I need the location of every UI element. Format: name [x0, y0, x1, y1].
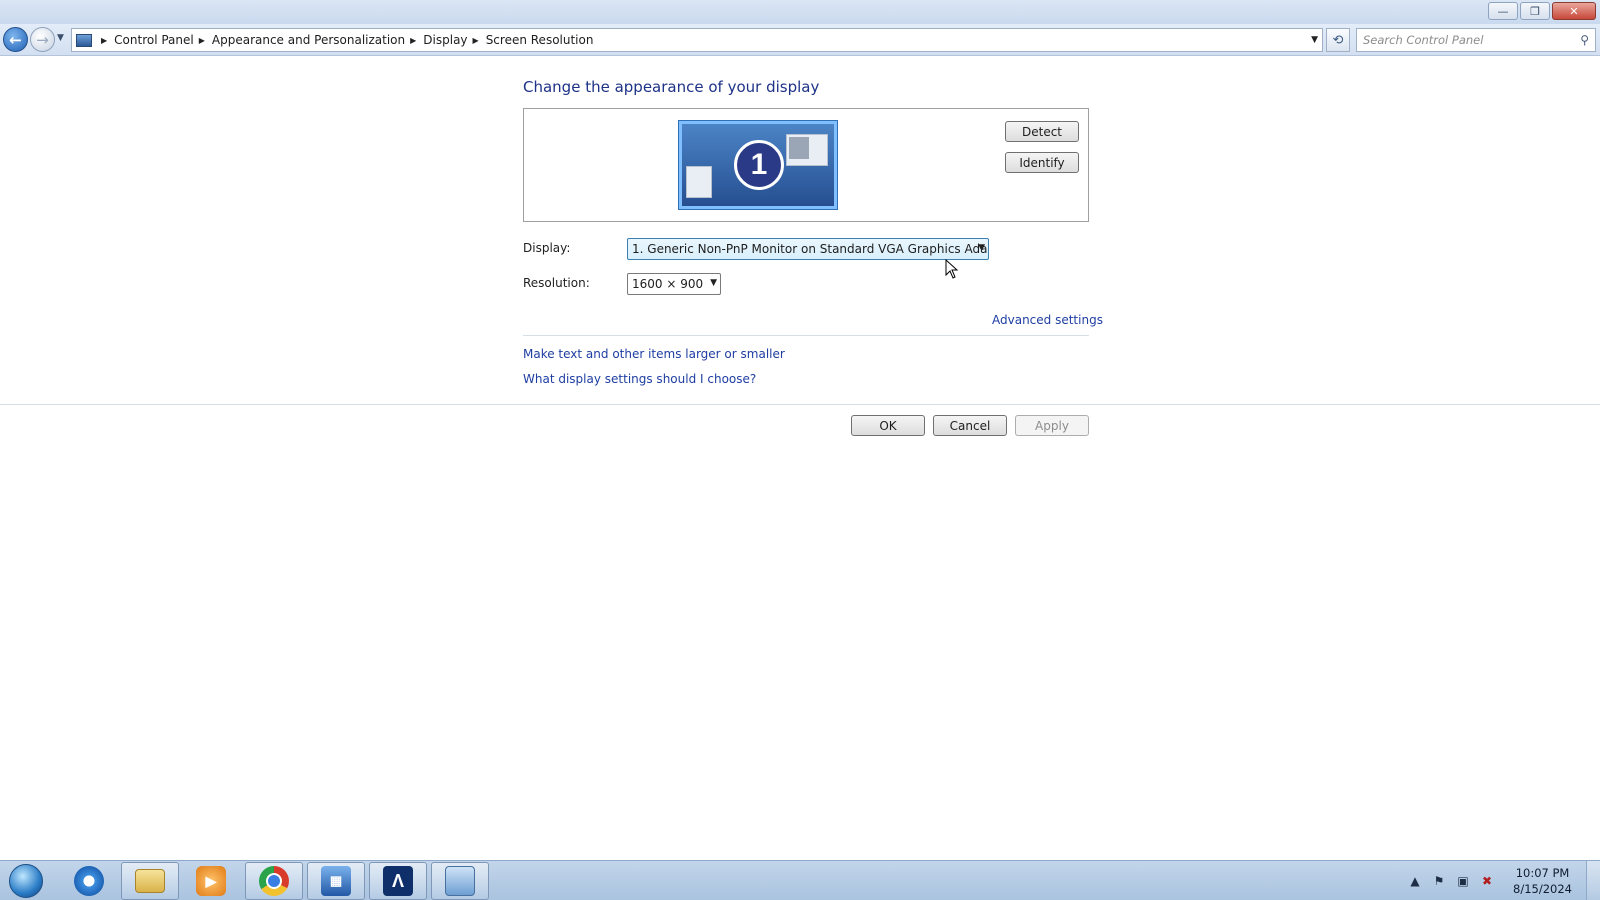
- divider: [523, 335, 1089, 336]
- calculator-icon: ▦: [321, 866, 351, 896]
- start-button[interactable]: [4, 863, 48, 899]
- page-title: Change the appearance of your display: [523, 78, 820, 96]
- address-bar[interactable]: ▶ Control Panel ▶ Appearance and Persona…: [71, 28, 1323, 52]
- back-button[interactable]: ←: [3, 27, 28, 52]
- breadcrumb-arrow-icon[interactable]: ▶: [101, 36, 107, 45]
- window-thumbnail-icon: [786, 134, 828, 166]
- breadcrumb-arrow-icon[interactable]: ▶: [473, 36, 479, 45]
- breadcrumb-appearance[interactable]: Appearance and Personalization: [212, 33, 405, 47]
- search-input[interactable]: [1363, 33, 1573, 47]
- restore-button[interactable]: ❐: [1520, 2, 1550, 20]
- clock[interactable]: 10:07 PM 8/15/2024: [1513, 865, 1572, 897]
- breadcrumb-display[interactable]: Display: [423, 33, 467, 47]
- refresh-icon: ⟲: [1332, 32, 1344, 48]
- display-label: Display:: [523, 241, 571, 255]
- recent-pages-dropdown[interactable]: ▼: [57, 33, 67, 45]
- cancel-button[interactable]: Cancel: [933, 415, 1007, 436]
- resolution-label: Resolution:: [523, 276, 590, 290]
- text-size-link[interactable]: Make text and other items larger or smal…: [523, 347, 785, 361]
- minimize-button[interactable]: —: [1488, 2, 1518, 20]
- search-box[interactable]: ⚲: [1356, 28, 1596, 52]
- media-player-icon: ▶: [196, 866, 226, 896]
- refresh-button[interactable]: ⟲: [1326, 28, 1350, 52]
- volume-muted-icon[interactable]: ✖: [1479, 873, 1495, 889]
- monitor-1-preview[interactable]: 1: [679, 121, 837, 209]
- breadcrumb-arrow-icon[interactable]: ▶: [199, 36, 205, 45]
- show-desktop-button[interactable]: [1586, 861, 1600, 900]
- caption-buttons: — ❐ ✕: [1488, 2, 1596, 20]
- taskbar-app-file-explorer[interactable]: [121, 862, 179, 900]
- search-icon[interactable]: ⚲: [1580, 33, 1589, 47]
- navigation-bar: ← → ▼ ▶ Control Panel ▶ Appearance and P…: [0, 24, 1600, 56]
- close-button[interactable]: ✕: [1552, 2, 1596, 20]
- windows-logo-icon: [9, 864, 43, 898]
- taskbar-app-arch[interactable]: Λ: [369, 862, 427, 900]
- system-tray: ▲ ⚑ ▣ ✖ 10:07 PM 8/15/2024: [1403, 861, 1600, 900]
- chrome-icon: [259, 866, 289, 896]
- arch-app-icon: Λ: [383, 866, 413, 896]
- breadcrumb-control-panel[interactable]: Control Panel: [114, 33, 194, 47]
- show-hidden-icons-icon[interactable]: ▲: [1407, 873, 1423, 889]
- chevron-down-icon: ▼: [710, 278, 717, 288]
- monitor-number-badge: 1: [734, 140, 784, 190]
- display-select-value: 1. Generic Non-PnP Monitor on Standard V…: [632, 242, 989, 256]
- internet-explorer-icon: e: [74, 866, 104, 896]
- address-history-chevron-icon[interactable]: ▼: [1311, 35, 1318, 45]
- advanced-settings-link[interactable]: Advanced settings: [992, 313, 1103, 327]
- forward-button[interactable]: →: [30, 27, 55, 52]
- taskbar-app-internet-explorer[interactable]: e: [60, 862, 118, 900]
- file-explorer-icon: [135, 869, 165, 893]
- taskbar-app-media-player[interactable]: ▶: [182, 862, 240, 900]
- taskbar: e ▶ ▦ Λ ▲ ⚑ ▣ ✖ 10:07 PM 8/15/2024: [0, 860, 1600, 900]
- resolution-select-value: 1600 × 900: [632, 277, 704, 291]
- display-preview-panel: 1 Detect Identify: [523, 108, 1089, 222]
- taskbar-app-display-settings[interactable]: [431, 862, 489, 900]
- clock-time: 10:07 PM: [1515, 866, 1570, 880]
- identify-button[interactable]: Identify: [1005, 152, 1079, 173]
- network-icon[interactable]: ▣: [1455, 873, 1471, 889]
- detect-button[interactable]: Detect: [1005, 121, 1079, 142]
- divider: [0, 404, 1600, 405]
- display-help-link[interactable]: What display settings should I choose?: [523, 372, 756, 386]
- display-select[interactable]: 1. Generic Non-PnP Monitor on Standard V…: [627, 238, 989, 260]
- action-center-flag-icon[interactable]: ⚑: [1431, 873, 1447, 889]
- taskbar-app-chrome[interactable]: [245, 862, 303, 900]
- window-thumbnail-icon: [686, 166, 712, 198]
- clock-date: 8/15/2024: [1513, 882, 1572, 896]
- breadcrumb-arrow-icon[interactable]: ▶: [410, 36, 416, 45]
- ok-button[interactable]: OK: [851, 415, 925, 436]
- title-bar: — ❐ ✕: [0, 0, 1600, 24]
- chevron-down-icon: ▼: [978, 243, 985, 253]
- breadcrumb-screen-resolution[interactable]: Screen Resolution: [486, 33, 594, 47]
- apply-button[interactable]: Apply: [1015, 415, 1089, 436]
- computer-icon: [76, 33, 92, 47]
- resolution-select[interactable]: 1600 × 900 ▼: [627, 273, 721, 295]
- display-settings-icon: [445, 866, 475, 896]
- taskbar-app-calculator[interactable]: ▦: [307, 862, 365, 900]
